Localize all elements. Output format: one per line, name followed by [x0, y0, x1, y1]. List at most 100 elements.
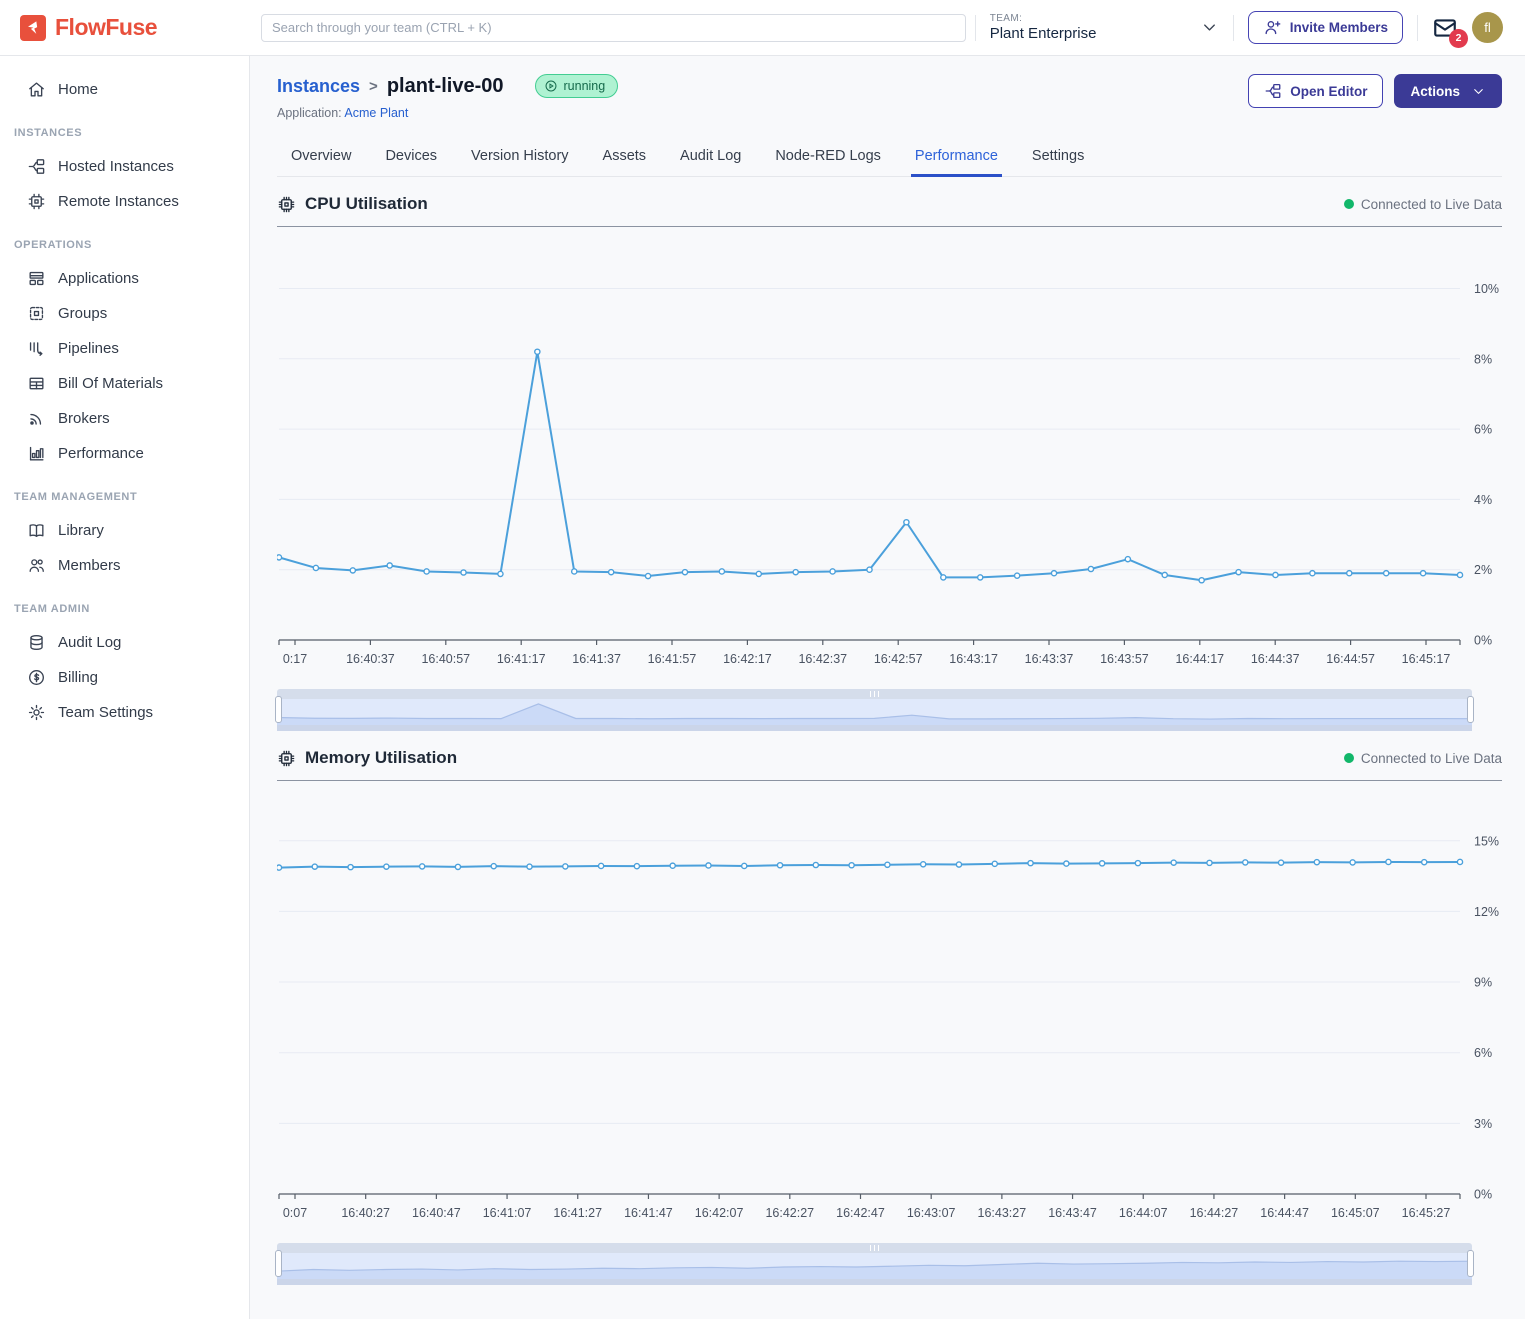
node-editor-icon: [1264, 82, 1282, 100]
team-selector[interactable]: TEAM: Plant Enterprise: [990, 13, 1140, 42]
memory-live-status: Connected to Live Data: [1344, 751, 1502, 766]
sidebar-item-remote-instances[interactable]: Remote Instances: [0, 184, 249, 219]
sidebar-item-hosted-instances[interactable]: Hosted Instances: [0, 149, 249, 184]
svg-text:16:43:07: 16:43:07: [907, 1206, 956, 1220]
members-icon: [27, 556, 46, 575]
svg-text:16:45:17: 16:45:17: [1402, 652, 1451, 666]
breadcrumb-separator: >: [369, 78, 378, 95]
tab-assets[interactable]: Assets: [601, 142, 649, 176]
memory-slider-grip[interactable]: [277, 1243, 1472, 1253]
sidebar-item-home[interactable]: Home: [0, 72, 249, 107]
application-link[interactable]: Acme Plant: [344, 106, 408, 120]
search-input[interactable]: [261, 14, 966, 42]
sidebar-section-header-instances: INSTANCES: [0, 107, 249, 149]
svg-text:16:41:07: 16:41:07: [483, 1206, 532, 1220]
memory-range-slider[interactable]: [277, 1243, 1472, 1285]
notifications-button[interactable]: 2: [1432, 15, 1458, 41]
remote-instances-icon: [27, 192, 46, 211]
svg-text:16:42:17: 16:42:17: [723, 652, 772, 666]
tab-performance[interactable]: Performance: [913, 142, 1000, 176]
sidebar-item-label: Billing: [58, 669, 98, 686]
sidebar-item-label: Library: [58, 522, 104, 539]
sidebar-item-members[interactable]: Members: [0, 548, 249, 583]
cpu-slider-left-handle[interactable]: [275, 696, 282, 723]
team-settings-icon: [27, 703, 46, 722]
open-editor-button[interactable]: Open Editor: [1248, 74, 1383, 108]
sidebar-item-audit-log[interactable]: Audit Log: [0, 625, 249, 660]
actions-button[interactable]: Actions: [1394, 74, 1502, 108]
svg-text:8%: 8%: [1474, 352, 1492, 366]
svg-text:16:42:57: 16:42:57: [874, 652, 923, 666]
chevron-down-icon[interactable]: [1200, 18, 1219, 37]
svg-text:16:41:37: 16:41:37: [572, 652, 621, 666]
svg-text:0%: 0%: [1474, 1188, 1492, 1202]
application-label: Application:: [277, 106, 342, 120]
svg-text:16:43:17: 16:43:17: [949, 652, 998, 666]
sidebar-item-label: Members: [58, 557, 121, 574]
sidebar-item-bill-of-materials[interactable]: Bill Of Materials: [0, 366, 249, 401]
sidebar-item-label: Brokers: [58, 410, 110, 427]
audit-log-icon: [27, 633, 46, 652]
sidebar-item-label: Team Settings: [58, 704, 153, 721]
team-label: TEAM:: [990, 13, 1140, 25]
memory-section-title: Memory Utilisation: [305, 748, 457, 768]
pipelines-icon: [27, 339, 46, 358]
svg-text:16:44:07: 16:44:07: [1119, 1206, 1168, 1220]
svg-text:16:44:27: 16:44:27: [1190, 1206, 1239, 1220]
svg-text:16:40:27: 16:40:27: [341, 1206, 390, 1220]
sidebar-item-label: Home: [58, 81, 98, 98]
memory-section-header: Memory Utilisation Connected to Live Dat…: [277, 735, 1502, 781]
memory-slider-right-handle[interactable]: [1467, 1250, 1474, 1277]
sidebar-item-groups[interactable]: Groups: [0, 296, 249, 331]
sidebar-item-team-settings[interactable]: Team Settings: [0, 695, 249, 730]
svg-text:16:43:37: 16:43:37: [1025, 652, 1074, 666]
svg-text:2%: 2%: [1474, 563, 1492, 577]
sidebar-item-brokers[interactable]: Brokers: [0, 401, 249, 436]
svg-text:16:42:37: 16:42:37: [798, 652, 847, 666]
svg-text:16:40:37: 16:40:37: [346, 652, 395, 666]
tab-version-history[interactable]: Version History: [469, 142, 571, 176]
svg-text:16:44:17: 16:44:17: [1175, 652, 1224, 666]
live-dot-icon: [1344, 753, 1354, 763]
avatar[interactable]: fl: [1472, 12, 1503, 43]
sidebar-section-header-operations: OPERATIONS: [0, 219, 249, 261]
notification-count-badge: 2: [1449, 29, 1468, 48]
svg-text:16:45:27: 16:45:27: [1402, 1206, 1451, 1220]
tab-node-red-logs[interactable]: Node-RED Logs: [773, 142, 883, 176]
svg-text:10%: 10%: [1474, 282, 1499, 296]
cpu-slider-grip[interactable]: [277, 689, 1472, 699]
team-name: Plant Enterprise: [990, 25, 1140, 42]
svg-text:16:43:27: 16:43:27: [978, 1206, 1027, 1220]
applications-icon: [27, 269, 46, 288]
sidebar-item-label: Hosted Instances: [58, 158, 174, 175]
svg-text:16:42:07: 16:42:07: [695, 1206, 744, 1220]
status-badge: running: [535, 74, 619, 98]
svg-text:3%: 3%: [1474, 1117, 1492, 1131]
breadcrumb-instances-link[interactable]: Instances: [277, 76, 360, 97]
svg-text:16:41:47: 16:41:47: [624, 1206, 673, 1220]
tab-audit-log[interactable]: Audit Log: [678, 142, 743, 176]
play-circle-icon: [544, 79, 558, 93]
sidebar-item-billing[interactable]: Billing: [0, 660, 249, 695]
tab-settings[interactable]: Settings: [1030, 142, 1086, 176]
cpu-slider-right-handle[interactable]: [1467, 696, 1474, 723]
sidebar-item-library[interactable]: Library: [0, 513, 249, 548]
cpu-section-title: CPU Utilisation: [305, 194, 428, 214]
sidebar-item-performance[interactable]: Performance: [0, 436, 249, 471]
sidebar-item-label: Remote Instances: [58, 193, 179, 210]
top-navbar: FlowFuse TEAM: Plant Enterprise Invite M…: [0, 0, 1525, 56]
memory-slider-left-handle[interactable]: [275, 1250, 282, 1277]
brand-name: FlowFuse: [55, 14, 157, 41]
cpu-range-slider[interactable]: [277, 689, 1472, 731]
sidebar-item-applications[interactable]: Applications: [0, 261, 249, 296]
cpu-live-status: Connected to Live Data: [1344, 197, 1502, 212]
tab-overview[interactable]: Overview: [289, 142, 353, 176]
billing-icon: [27, 668, 46, 687]
home-icon: [27, 80, 46, 99]
actions-label: Actions: [1410, 84, 1460, 99]
groups-icon: [27, 304, 46, 323]
tab-devices[interactable]: Devices: [383, 142, 439, 176]
invite-members-button[interactable]: Invite Members: [1248, 11, 1403, 44]
sidebar-item-pipelines[interactable]: Pipelines: [0, 331, 249, 366]
brand-logo[interactable]: FlowFuse: [0, 14, 250, 41]
